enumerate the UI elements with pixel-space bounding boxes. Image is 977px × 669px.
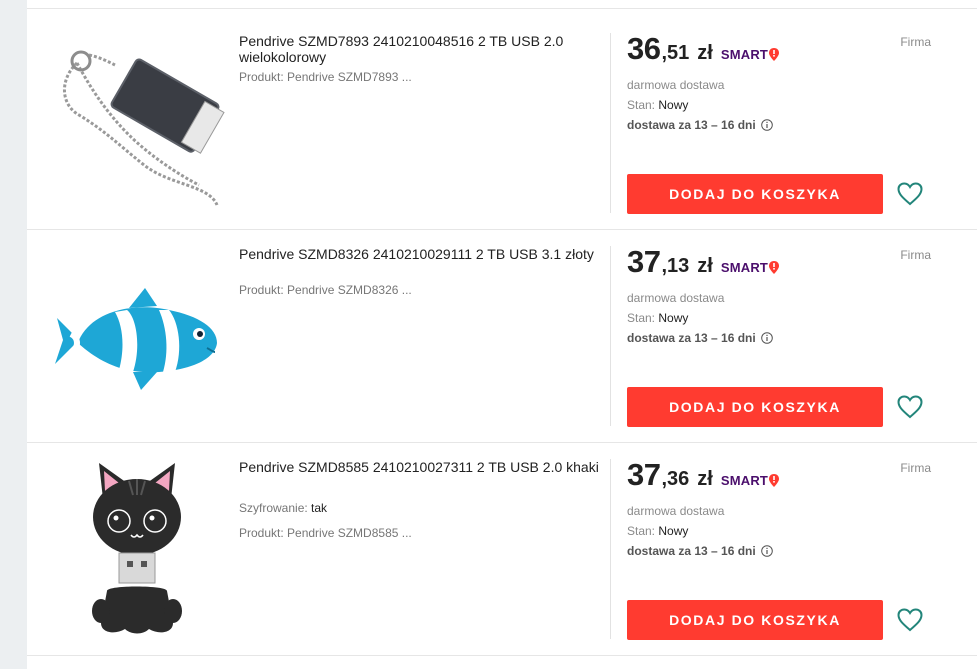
condition-label: Stan: [627,524,659,538]
add-to-cart-button[interactable]: DODAJ DO KOSZYKA [627,387,883,427]
add-to-cart-button[interactable]: DODAJ DO KOSZYKA [627,600,883,640]
delivery-time: dostawa za 13 – 16 dni [627,544,773,558]
smart-badge: SMART [720,260,780,275]
price-currency: zł [697,468,713,490]
smart-pin-icon [769,474,780,487]
delivery-time: dostawa za 13 – 16 dni [627,118,773,132]
delivery-text: dostawa za 13 – 16 dni [627,331,756,345]
smart-pin-icon [769,48,780,61]
price-decimal: ,51 [661,42,690,64]
condition-label: Stan: [627,98,659,112]
price-integer: 37 [627,457,661,492]
favorite-heart-icon[interactable] [897,181,923,207]
favorite-heart-icon[interactable] [897,607,923,633]
add-to-cart-button[interactable]: DODAJ DO KOSZYKA [627,174,883,214]
attribute-value: tak [311,501,328,515]
free-shipping: darmowa dostawa [627,78,725,92]
info-icon[interactable] [760,332,773,344]
column-divider [610,459,611,639]
delivery-text: dostawa za 13 – 16 dni [627,544,756,558]
price: 37,13 zł SMART [627,244,780,280]
product-image[interactable] [47,35,227,211]
free-shipping: darmowa dostawa [627,504,725,518]
condition-value: Nowy [658,98,689,112]
price-currency: zł [697,255,713,277]
attribute-label: Produkt: Pendrive SZMD7893 ... [239,70,412,84]
product-title[interactable]: Pendrive SZMD7893 2410210048516 2 TB USB… [239,33,599,65]
seller-type: Firma [900,35,931,49]
price: 37,36 zł SMART [627,457,780,493]
condition-value: Nowy [658,311,689,325]
price-currency: zł [697,42,713,64]
price-integer: 37 [627,244,661,279]
info-icon[interactable] [760,119,773,131]
listing-item: Pendrive SZMD8585 2410210027311 2 TB USB… [27,443,977,656]
delivery-text: dostawa za 13 – 16 dni [627,118,756,132]
listing-panel: Pendrive SZMD7893 2410210048516 2 TB USB… [27,0,977,669]
free-shipping: darmowa dostawa [627,291,725,305]
condition-value: Nowy [658,524,689,538]
smart-label: SMART [720,47,769,62]
product-attribute: Produkt: Pendrive SZMD8585 ... [239,526,412,540]
product-title[interactable]: Pendrive SZMD8585 2410210027311 2 TB USB… [239,459,599,475]
condition: Stan: Nowy [627,98,688,112]
condition-label: Stan: [627,311,659,325]
smart-label: SMART [720,260,769,275]
attribute-label: Produkt: Pendrive SZMD8326 ... [239,283,412,297]
column-divider [610,33,611,213]
condition: Stan: Nowy [627,311,688,325]
cat-usb-image [92,463,182,634]
product-title[interactable]: Pendrive SZMD8326 2410210029111 2 TB USB… [239,246,599,262]
product-attribute: Produkt: Pendrive SZMD7893 ... [239,70,412,84]
attribute-label: Produkt: Pendrive SZMD8585 ... [239,526,412,540]
attribute-label: Szyfrowanie: [239,501,312,515]
product-attribute: Szyfrowanie: tak [239,501,327,515]
price: 36,51 zł SMART [627,31,780,67]
info-icon[interactable] [760,545,773,557]
smart-badge: SMART [720,473,780,488]
smart-pin-icon [769,261,780,274]
listing-item: Pendrive SZMD8326 2410210029111 2 TB USB… [27,230,977,443]
smart-label: SMART [720,473,769,488]
product-attribute: Produkt: Pendrive SZMD8326 ... [239,283,412,297]
price-decimal: ,13 [661,255,690,277]
usb-keychain-image [63,50,225,206]
previous-listing-edge [27,0,977,9]
favorite-heart-icon[interactable] [897,394,923,420]
product-image[interactable] [47,248,227,424]
price-decimal: ,36 [661,468,690,490]
clownfish-usb-image [55,288,217,390]
product-image[interactable] [47,461,227,637]
seller-type: Firma [900,248,931,262]
column-divider [610,246,611,426]
listing-item: Pendrive SZMD7893 2410210048516 2 TB USB… [27,17,977,230]
condition: Stan: Nowy [627,524,688,538]
seller-type: Firma [900,461,931,475]
delivery-time: dostawa za 13 – 16 dni [627,331,773,345]
price-integer: 36 [627,31,661,66]
smart-badge: SMART [720,47,780,62]
